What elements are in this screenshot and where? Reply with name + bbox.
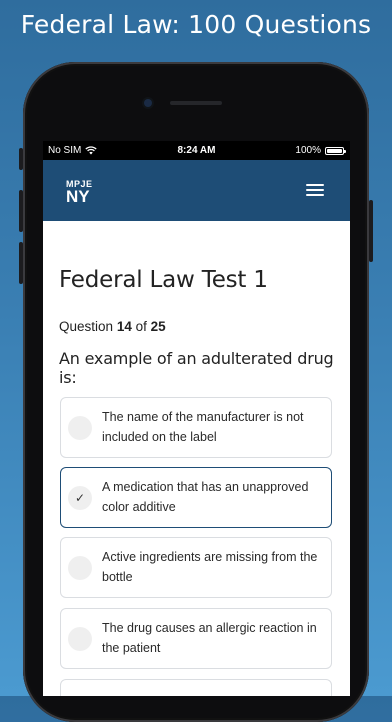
answer-option-5-partial[interactable]	[60, 679, 332, 696]
answer-text: Active ingredients are missing from the …	[102, 550, 318, 584]
promo-banner-title: Federal Law: 100 Questions	[20, 10, 372, 39]
app-logo[interactable]: MPJE NY	[66, 179, 93, 205]
earpiece-speaker	[170, 101, 222, 105]
check-icon[interactable]: ✓	[68, 486, 92, 510]
status-bar: No SIM 8:24 AM 100%	[43, 141, 350, 160]
answer-option-1[interactable]: The name of the manufacturer is not incl…	[60, 397, 332, 458]
answer-option-2[interactable]: ✓ A medication that has an unapproved co…	[60, 467, 332, 528]
page-title: Federal Law Test 1	[59, 267, 268, 293]
front-camera	[144, 99, 152, 107]
question-text: An example of an adulterated drug is:	[59, 349, 334, 387]
battery-icon	[325, 146, 346, 155]
answer-text: A medication that has an unapproved colo…	[102, 480, 309, 514]
counter-separator: of	[135, 319, 147, 334]
answer-option-4[interactable]: The drug causes an allergic reaction in …	[60, 608, 332, 669]
hamburger-menu-icon[interactable]	[306, 182, 328, 198]
answer-radio[interactable]	[68, 627, 92, 651]
status-right: 100%	[295, 145, 346, 156]
phone-screen: No SIM 8:24 AM 100% MPJE NY Federal Law …	[43, 141, 350, 696]
answer-option-3[interactable]: Active ingredients are missing from the …	[60, 537, 332, 598]
answer-radio[interactable]	[68, 556, 92, 580]
answer-radio[interactable]	[68, 416, 92, 440]
battery-percent: 100%	[295, 145, 321, 156]
total-questions: 25	[150, 319, 166, 334]
logo-line-2: NY	[66, 187, 90, 206]
answer-text: The drug causes an allergic reaction in …	[102, 621, 317, 655]
app-navbar: MPJE NY	[43, 160, 350, 221]
current-question-number: 14	[116, 319, 132, 334]
counter-prefix: Question	[59, 319, 114, 334]
answer-text: The name of the manufacturer is not incl…	[102, 410, 304, 444]
question-counter: Question 14 of 25	[59, 319, 166, 334]
phone-power-button	[369, 200, 373, 262]
